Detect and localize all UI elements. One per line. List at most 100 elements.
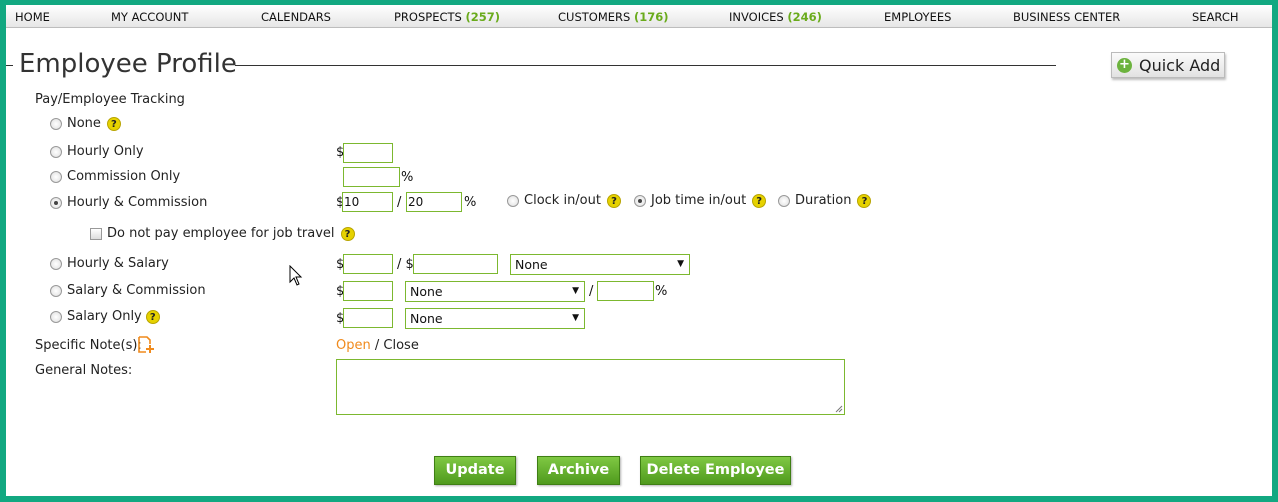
delete-employee-button[interactable]: Delete Employee <box>640 456 791 485</box>
radio-hourly-only[interactable] <box>50 145 62 158</box>
help-icon[interactable]: ? <box>752 193 767 208</box>
option-salary-commission: Salary & Commission <box>50 283 206 298</box>
option-hourly-only-label: Hourly Only <box>67 144 144 159</box>
option-salary-only: Salary Only ? <box>50 309 160 324</box>
help-icon[interactable]: ? <box>340 226 355 241</box>
page-title: Employee Profile <box>19 49 237 79</box>
nav-invoices[interactable]: INVOICES (246) <box>729 10 822 24</box>
radio-salary-commission[interactable] <box>50 284 62 297</box>
title-divider <box>235 65 1056 66</box>
radio-job-time[interactable] <box>634 194 646 207</box>
slash-currency-separator: / $ <box>397 257 414 272</box>
nav-label: CUSTOMERS <box>558 10 631 24</box>
dropdown-arrow-icon: ▼ <box>572 286 579 296</box>
nav-label: CALENDARS <box>261 10 331 24</box>
hourly-salary-period-select[interactable]: None ▼ <box>510 254 690 275</box>
plus-icon: + <box>1117 57 1132 73</box>
slash-separator: / <box>589 284 594 299</box>
select-value: None <box>410 284 443 299</box>
salary-commission-rate-input[interactable] <box>597 281 654 301</box>
nav-home[interactable]: HOME <box>15 10 50 24</box>
travel-option: Do not pay employee for job travel ? <box>90 226 355 241</box>
option-commission-only-label: Commission Only <box>67 169 181 184</box>
tracking-clock-label: Clock in/out <box>524 193 601 208</box>
travel-checkbox-label: Do not pay employee for job travel <box>107 226 335 241</box>
specific-notes-label: Specific Note(s): <box>35 338 142 353</box>
tracking-clock: Clock in/out ? <box>507 193 621 208</box>
nav-label: SEARCH <box>1192 10 1239 24</box>
salary-only-period-select[interactable]: None ▼ <box>405 308 585 329</box>
radio-salary-only[interactable] <box>50 310 62 323</box>
salary-commission-amount-input[interactable] <box>343 281 393 301</box>
section-label: Pay/Employee Tracking <box>35 92 185 107</box>
tracking-duration-label: Duration <box>795 193 852 208</box>
nav-prospects[interactable]: PROSPECTS (257) <box>394 10 500 24</box>
radio-duration[interactable] <box>778 194 790 207</box>
notes-separator: / <box>374 338 380 353</box>
quick-add-label: Quick Add <box>1139 55 1221 75</box>
hourly-only-rate-input[interactable] <box>343 143 393 163</box>
hourly-salary-rate-input[interactable] <box>343 254 393 274</box>
percent-symbol: % <box>655 284 668 299</box>
nav-count: (246) <box>787 10 822 24</box>
option-hourly-commission: Hourly & Commission <box>50 195 207 210</box>
radio-clock[interactable] <box>507 194 519 207</box>
nav-customers[interactable]: CUSTOMERS (176) <box>558 10 669 24</box>
title-divider-left <box>6 65 13 66</box>
mouse-cursor-icon <box>289 265 303 286</box>
tracking-job-time: Job time in/out ? <box>634 193 767 208</box>
general-notes-label: General Notes: <box>35 363 133 378</box>
radio-none[interactable] <box>50 117 62 130</box>
option-hourly-salary: Hourly & Salary <box>50 256 169 271</box>
option-hourly-salary-label: Hourly & Salary <box>67 256 169 271</box>
resize-grip-icon[interactable] <box>835 405 843 413</box>
nav-count: (257) <box>465 10 501 24</box>
option-commission-only: Commission Only <box>50 169 180 184</box>
percent-symbol: % <box>401 170 414 185</box>
nav-label: BUSINESS CENTER <box>1013 10 1121 24</box>
help-icon[interactable]: ? <box>857 193 872 208</box>
option-hourly-commission-label: Hourly & Commission <box>67 195 208 210</box>
dropdown-arrow-icon: ▼ <box>572 313 579 323</box>
radio-commission-only[interactable] <box>50 170 62 183</box>
add-note-icon[interactable] <box>137 336 155 354</box>
option-salary-only-label: Salary Only <box>67 309 142 324</box>
tracking-duration: Duration ? <box>778 193 872 208</box>
nav-label: EMPLOYEES <box>884 10 952 24</box>
help-icon[interactable]: ? <box>145 309 160 324</box>
dropdown-arrow-icon: ▼ <box>677 259 684 269</box>
update-button[interactable]: Update <box>434 456 516 485</box>
close-notes-link[interactable]: Close <box>383 338 418 353</box>
slash-separator: / <box>397 195 402 210</box>
nav-label: MY ACCOUNT <box>111 10 189 24</box>
salary-commission-period-select[interactable]: None ▼ <box>405 281 585 302</box>
nav-employees[interactable]: EMPLOYEES <box>884 10 951 24</box>
nav-label: PROSPECTS <box>394 10 462 24</box>
select-value: None <box>410 311 443 326</box>
general-notes-textarea[interactable] <box>336 359 845 415</box>
option-salary-commission-label: Salary & Commission <box>67 283 206 298</box>
hourly-salary-amount-input[interactable] <box>413 254 498 274</box>
quick-add-button[interactable]: + Quick Add <box>1111 52 1225 78</box>
nav-search[interactable]: SEARCH <box>1192 10 1239 24</box>
nav-business-center[interactable]: BUSINESS CENTER <box>1013 10 1120 24</box>
tracking-job-time-label: Job time in/out <box>651 193 747 208</box>
nav-calendars[interactable]: CALENDARS <box>261 10 331 24</box>
help-icon[interactable]: ? <box>606 193 621 208</box>
select-value: None <box>515 257 548 272</box>
nav-label: HOME <box>15 10 50 24</box>
hourly-rate-input[interactable]: 10 <box>342 192 393 212</box>
open-notes-link[interactable]: Open <box>336 338 371 353</box>
help-icon[interactable]: ? <box>106 116 121 131</box>
radio-hourly-salary[interactable] <box>50 257 62 270</box>
commission-only-rate-input[interactable] <box>343 167 400 187</box>
note-toggle: Open / Close <box>336 338 419 353</box>
archive-button[interactable]: Archive <box>537 456 620 485</box>
nav-label: INVOICES <box>729 10 784 24</box>
salary-only-amount-input[interactable] <box>343 308 393 328</box>
travel-checkbox[interactable] <box>90 227 102 240</box>
option-none: None ? <box>50 116 121 131</box>
nav-my-account[interactable]: MY ACCOUNT <box>111 10 188 24</box>
commission-rate-input[interactable]: 20 <box>406 192 462 212</box>
radio-hourly-commission[interactable] <box>50 196 62 209</box>
